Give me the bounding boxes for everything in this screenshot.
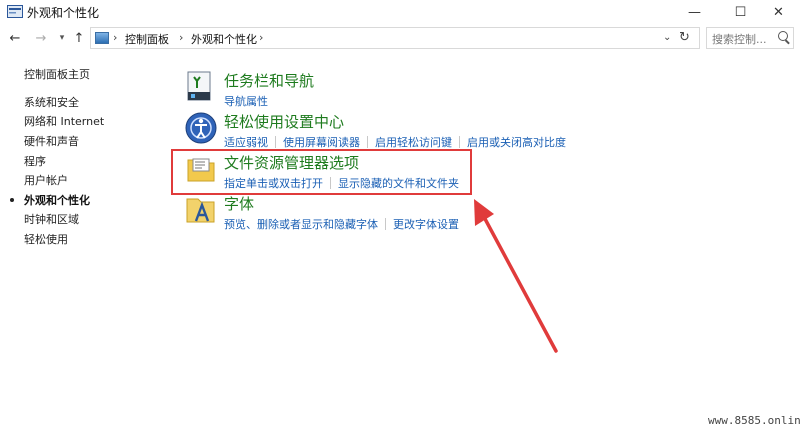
breadcrumb-separator-icon: › (113, 31, 118, 44)
section-title[interactable]: 轻松使用设置中心 (224, 111, 344, 132)
refresh-icon[interactable]: ↻ (679, 30, 690, 45)
control-panel-icon (95, 32, 109, 44)
sidebar-item-programs[interactable]: 程序 (24, 153, 46, 169)
navigation-bar: ← → ▾ ↑ › 控制面板 › 外观和个性化 › ⌄ ↻ 搜索控制... (0, 26, 800, 52)
back-arrow-icon: ← (9, 30, 21, 46)
active-bullet-icon (10, 198, 14, 202)
sidebar-item-label: 网络和 Internet (24, 115, 105, 128)
link-navigation-properties[interactable]: 导航属性 (224, 93, 268, 109)
ease-of-access-icon (185, 112, 217, 144)
sidebar-item-user-accounts[interactable]: 用户帐户 (24, 172, 68, 188)
up-arrow-icon: ↑ (73, 30, 85, 46)
breadcrumb-separator-icon: › (259, 31, 264, 44)
link-change-font-settings[interactable]: 更改字体设置 (393, 216, 459, 232)
up-button[interactable]: ↑ (71, 28, 87, 48)
control-panel-app-icon (7, 5, 23, 18)
sidebar-item-label: 外观和个性化 (24, 194, 90, 207)
section-links: 导航属性 (224, 93, 268, 109)
recent-locations-button[interactable]: ▾ (54, 28, 70, 48)
highlight-box (171, 149, 472, 195)
sidebar-item-ease-of-access[interactable]: 轻松使用 (24, 231, 68, 247)
minimize-button[interactable]: — (672, 0, 717, 24)
close-button[interactable]: ✕ (756, 0, 800, 24)
breadcrumb-appearance[interactable]: 外观和个性化 (191, 31, 257, 47)
sidebar-item-label: 硬件和声音 (24, 135, 79, 148)
sidebar-item-label: 程序 (24, 155, 46, 168)
maximize-icon: ☐ (734, 4, 747, 20)
address-dropdown-icon[interactable]: ⌄ (663, 32, 671, 43)
sidebar-item-label: 用户帐户 (24, 174, 68, 187)
minimize-icon: — (688, 4, 701, 20)
link-preview-delete-fonts[interactable]: 预览、删除或者显示和隐藏字体 (224, 216, 378, 232)
breadcrumb-control-panel[interactable]: 控制面板 (125, 31, 169, 47)
watermark-text: www.8585.online (708, 414, 800, 427)
chevron-down-icon: ▾ (59, 33, 65, 43)
fonts-icon (186, 198, 215, 223)
sidebar-item-system-security[interactable]: 系统和安全 (24, 94, 79, 110)
sidebar-item-network[interactable]: 网络和 Internet (24, 113, 104, 129)
link-divider (367, 136, 368, 148)
arrow-shaft (482, 215, 558, 353)
address-bar[interactable]: › 控制面板 › 外观和个性化 › ⌄ ↻ (90, 27, 700, 49)
back-button[interactable]: ← (7, 28, 23, 48)
sidebar-item-label: 轻松使用 (24, 233, 68, 246)
window-title: 外观和个性化 (27, 6, 100, 20)
link-adapt-low-vision[interactable]: 适应弱视 (224, 134, 268, 150)
forward-arrow-icon: → (35, 30, 47, 46)
forward-button[interactable]: → (33, 28, 49, 48)
sidebar-item-hardware-sound[interactable]: 硬件和声音 (24, 133, 79, 149)
sidebar-item-clock-region[interactable]: 时钟和区域 (24, 211, 79, 227)
section-title[interactable]: 任务栏和导航 (224, 70, 314, 91)
search-input[interactable]: 搜索控制... (706, 27, 794, 49)
link-divider (275, 136, 276, 148)
link-toggle-high-contrast[interactable]: 启用或关闭高对比度 (467, 134, 566, 150)
title-bar: 外观和个性化 — ☐ ✕ (0, 0, 800, 24)
breadcrumb-separator-icon: › (179, 31, 184, 44)
section-title[interactable]: 字体 (224, 193, 254, 214)
sidebar-item-label: 系统和安全 (24, 96, 79, 109)
section-links: 预览、删除或者显示和隐藏字体 更改字体设置 (224, 216, 459, 232)
close-icon: ✕ (773, 4, 784, 20)
sidebar-item-appearance[interactable]: 外观和个性化 (10, 192, 90, 208)
arrow-head (474, 199, 494, 226)
link-turn-on-easy-access-keys[interactable]: 启用轻松访问键 (375, 134, 452, 150)
search-icon[interactable] (778, 31, 788, 41)
link-use-screen-reader[interactable]: 使用屏幕阅读器 (283, 134, 360, 150)
taskbar-icon (187, 71, 211, 101)
link-divider (459, 136, 460, 148)
sidebar-item-label: 时钟和区域 (24, 213, 79, 226)
sidebar-item-control-panel-home[interactable]: 控制面板主页 (24, 66, 90, 82)
sidebar-item-label: 控制面板主页 (24, 68, 90, 81)
search-placeholder: 搜索控制... (712, 33, 767, 46)
link-divider (385, 218, 386, 230)
section-links: 适应弱视 使用屏幕阅读器 启用轻松访问键 启用或关闭高对比度 (224, 134, 566, 150)
